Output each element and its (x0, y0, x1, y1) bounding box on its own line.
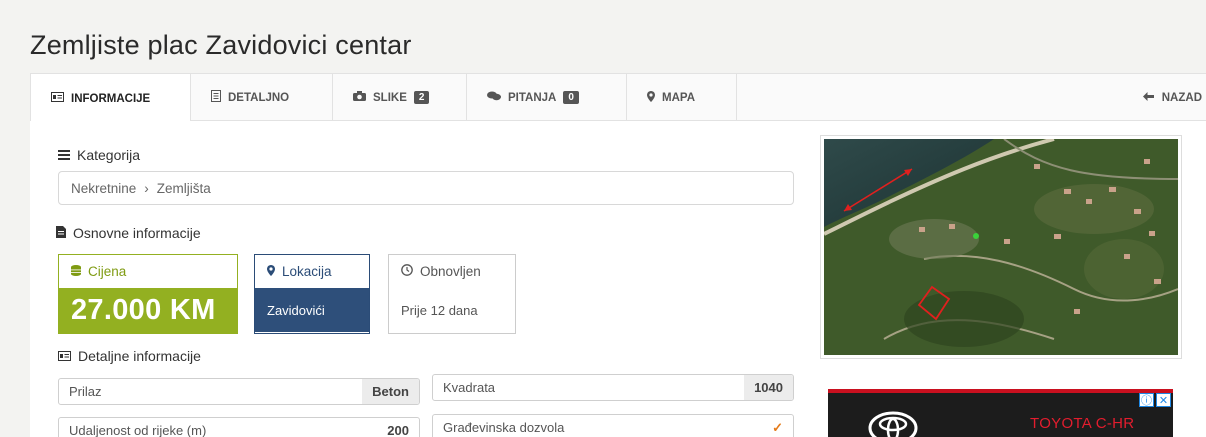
info-row-prilaz: Prilaz Beton (58, 378, 420, 405)
check-icon: ✓ (772, 419, 783, 435)
clock-icon (401, 264, 413, 279)
arrow-left-icon (1142, 91, 1154, 104)
ad-info-icon[interactable]: ⓘ (1139, 393, 1154, 407)
info-row-kvadrata: Kvadrata 1040 (432, 374, 794, 401)
breadcrumb: Nekretnine › Zemljišta (58, 171, 794, 205)
map-pin-icon (267, 264, 275, 279)
detaljne-heading: Detaljne informacije (58, 348, 201, 364)
camera-icon (353, 91, 366, 104)
page-title: Zemljiste plac Zavidovici centar (30, 30, 412, 60)
price-value: 27.000 KM (59, 288, 237, 333)
breadcrumb-item[interactable]: Zemljišta (157, 181, 211, 196)
toyota-logo-icon (868, 411, 918, 437)
info-row-gradevinska-dozvola: Građevinska dozvola ✓ (432, 414, 794, 437)
tab-informacije[interactable]: INFORMACIJE (30, 74, 191, 123)
price-card: Cijena 27.000 KM (58, 254, 238, 334)
info-label: Prilaz (69, 384, 102, 399)
map-pin-icon (647, 90, 655, 105)
location-label: Lokacija (282, 264, 332, 279)
advertisement-banner[interactable]: ⓘ ✕ TOYOTA C-HR (828, 389, 1173, 437)
tab-count-badge: 0 (563, 91, 579, 104)
info-label: Kvadrata (443, 380, 496, 395)
tab-label: SLIKE (373, 91, 407, 104)
breadcrumb-separator: › (144, 180, 149, 196)
id-card-icon (51, 92, 64, 105)
tab-mapa[interactable]: MAPA (627, 74, 737, 121)
ad-text: TOYOTA C-HR (1030, 415, 1135, 432)
main-content: Kategorija Nekretnine › Zemljišta Osnovn… (30, 121, 1206, 437)
price-label: Cijena (88, 264, 127, 279)
back-label: NAZAD (1161, 91, 1202, 104)
tab-label: INFORMACIJE (71, 92, 151, 105)
ad-close-icon[interactable]: ✕ (1156, 393, 1171, 407)
back-button[interactable]: NAZAD (1142, 74, 1202, 121)
osnovne-heading: Osnovne informacije (56, 225, 201, 241)
tab-slike[interactable]: SLIKE 2 (333, 74, 467, 121)
ad-strip (828, 389, 1173, 393)
tab-detaljno[interactable]: DETALJNO (191, 74, 333, 121)
info-value: 200 (387, 423, 409, 437)
kategorija-heading: Kategorija (58, 147, 140, 163)
comments-icon (487, 91, 501, 104)
tab-pitanja[interactable]: PITANJA 0 (467, 74, 627, 121)
info-value: 1040 (744, 375, 793, 400)
tab-label: PITANJA (508, 91, 557, 104)
list-icon (211, 90, 221, 105)
tab-count-badge: 2 (413, 91, 430, 104)
info-row-udaljenost: Udaljenost od rijeke (m) 200 (58, 417, 420, 437)
ad-controls: ⓘ ✕ (1139, 393, 1171, 407)
document-icon (56, 225, 66, 241)
tab-bar: INFORMACIJE DETALJNO SLIKE 2 PITANJA 0 M… (30, 73, 1206, 123)
tab-label: DETALJNO (228, 91, 290, 104)
location-value: Zavidovići (255, 288, 369, 332)
bars-icon (58, 147, 70, 163)
coins-icon (71, 264, 81, 279)
updated-card: Obnovljen Prije 12 dana (388, 254, 516, 334)
info-label: Građevinska dozvola (443, 420, 565, 435)
location-card: Lokacija Zavidovići (254, 254, 370, 334)
updated-value: Prije 12 dana (401, 302, 478, 318)
breadcrumb-item[interactable]: Nekretnine (71, 181, 136, 196)
tab-label: MAPA (662, 91, 696, 104)
updated-label: Obnovljen (420, 264, 481, 279)
satellite-map-image[interactable] (820, 135, 1182, 359)
id-card-icon (58, 348, 71, 364)
info-label: Udaljenost od rijeke (m) (69, 423, 207, 437)
info-value: Beton (362, 379, 419, 404)
